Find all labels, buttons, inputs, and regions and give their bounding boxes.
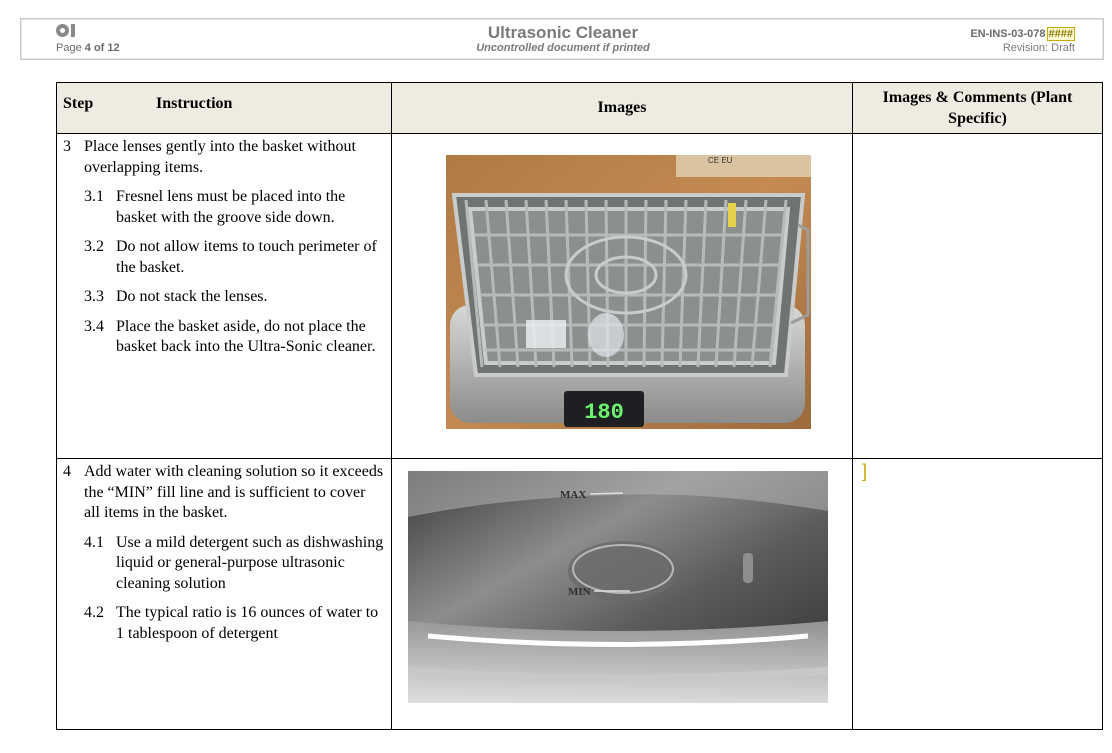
substep-item: 3.4 Place the basket aside, do not place…: [84, 317, 385, 358]
instruction-cell: 4 Add water with cleaning solution so it…: [56, 458, 392, 730]
tank-photo-icon: MAX MIN: [408, 471, 828, 703]
substep-item: 4.1 Use a mild detergent such as dishwas…: [84, 533, 385, 595]
box-label: CE EU: [708, 156, 733, 165]
step-number: 4: [63, 463, 71, 480]
instruction-cell: 3 Place lenses gently into the basket wi…: [56, 133, 392, 459]
table-row: 3 Place lenses gently into the basket wi…: [56, 133, 1103, 459]
review-mark[interactable]: ####: [1046, 27, 1075, 41]
step-text: Add water with cleaning solution so it e…: [84, 463, 384, 521]
substep-number: 3.3: [84, 288, 104, 305]
substep-text: Place the basket aside, do not place the…: [116, 317, 376, 356]
table-row: 4 Add water with cleaning solution so it…: [56, 458, 1103, 730]
document-title: Ultrasonic Cleaner: [487, 23, 639, 42]
substep-text: Fresnel lens must be placed into the bas…: [116, 188, 346, 226]
image-cell: CE EU 180: [391, 133, 853, 459]
image-cell: MAX MIN: [391, 458, 853, 730]
comment-cell[interactable]: [852, 133, 1103, 459]
step-item: 4 Add water with cleaning solution so it…: [63, 462, 385, 524]
substep-item: 3.1 Fresnel lens must be placed into the…: [84, 187, 385, 228]
comment-cell[interactable]: ]: [852, 458, 1103, 730]
substep-text: The typical ratio is 16 ounces of water …: [116, 604, 379, 642]
document-header: Page 4 of 12 Ultrasonic Cleaner Uncontro…: [20, 18, 1104, 60]
document-subtitle: Uncontrolled document if printed: [476, 42, 650, 54]
substep-number: 3.4: [84, 317, 104, 335]
instruction-table: Step Instruction Images Images & Comment…: [56, 82, 1103, 730]
substep-text: Do not allow items to touch perimeter of…: [116, 238, 377, 276]
min-label: MIN: [568, 586, 591, 598]
revision-label: Revision: Draft: [1002, 42, 1075, 54]
substep-item: 3.3 Do not stack the lenses.: [84, 287, 385, 308]
table-header-row: Step Instruction Images Images & Comment…: [56, 82, 1103, 134]
substep-number: 4.1: [84, 533, 104, 551]
basket-photo-icon: CE EU 180: [446, 155, 811, 429]
header-step: Step: [63, 95, 94, 112]
display-reading: 180: [584, 400, 624, 425]
header-instruction: Instruction: [156, 95, 233, 112]
step-item: 3 Place lenses gently into the basket wi…: [63, 137, 385, 178]
header-images: Images: [391, 82, 853, 134]
document-id: EN-INS-03-078 ####: [970, 27, 1075, 41]
substep-number: 3.1: [84, 188, 104, 205]
header-comments: Images & Comments (Plant Specific): [852, 82, 1103, 134]
substep-text: Use a mild detergent such as dishwashing…: [116, 533, 384, 592]
header-step-instruction: Step Instruction: [56, 82, 392, 134]
substep-item: 3.2 Do not allow items to touch perimete…: [84, 237, 385, 278]
step-text: Place lenses gently into the basket with…: [84, 138, 356, 176]
substep-number: 3.2: [84, 238, 104, 255]
substep-item: 4.2 The typical ratio is 16 ounces of wa…: [84, 603, 385, 644]
substep-number: 4.2: [84, 604, 104, 621]
document-id-text: EN-INS-03-078: [970, 28, 1046, 40]
substep-text: Do not stack the lenses.: [116, 288, 268, 305]
step-number: 3: [63, 138, 71, 155]
review-mark[interactable]: ]: [862, 461, 867, 482]
max-label: MAX: [560, 489, 586, 501]
